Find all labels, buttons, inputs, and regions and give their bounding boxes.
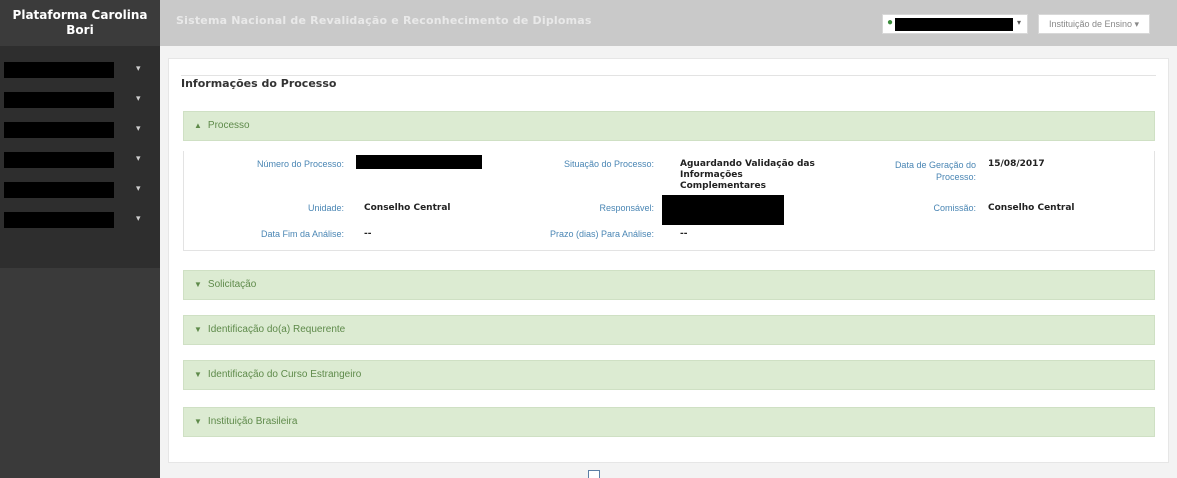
- sidebar-item-5[interactable]: ▾: [0, 178, 160, 204]
- redacted-label: [4, 122, 114, 138]
- chevron-down-icon: ▾: [136, 63, 141, 73]
- scroll-handle[interactable]: [588, 470, 600, 478]
- triangle-down-icon: ▼: [194, 417, 202, 426]
- data-fim-value: --: [364, 229, 372, 239]
- panel-requerente[interactable]: ▼ Identificação do(a) Requerente: [183, 315, 1155, 345]
- redacted-responsavel: [662, 195, 784, 225]
- user-menu[interactable]: ● ▾: [882, 14, 1028, 34]
- triangle-down-icon: ▼: [194, 280, 202, 289]
- panel-title: Instituição Brasileira: [207, 416, 298, 427]
- situacao-value: Aguardando Validação das Informações Com…: [680, 159, 815, 191]
- section-legend: Informações do Processo: [181, 77, 343, 90]
- comissao-label: Comissão:: [933, 203, 976, 213]
- panel-title: Identificação do(a) Requerente: [207, 324, 346, 335]
- redacted-label: [4, 182, 114, 198]
- comissao-value: Conselho Central: [988, 203, 1075, 213]
- triangle-up-icon: ▲: [194, 121, 202, 130]
- triangle-down-icon: ▼: [194, 325, 202, 334]
- situacao-label: Situação do Processo:: [563, 159, 654, 169]
- panel-instituicao-brasileira[interactable]: ▼ Instituição Brasileira: [183, 407, 1155, 437]
- sidebar-item-4[interactable]: ▾: [0, 148, 160, 174]
- sidebar-item-2[interactable]: ▾: [0, 88, 160, 114]
- chevron-down-icon: ▾: [136, 123, 141, 133]
- chevron-down-icon: ▾: [136, 93, 141, 103]
- brand-title: Plataforma Carolina Bori: [0, 0, 160, 46]
- unidade-label: Unidade:: [307, 203, 344, 213]
- prazo-label: Prazo (dias) Para Análise:: [549, 229, 654, 239]
- redacted-label: [4, 212, 114, 228]
- sidebar: Plataforma Carolina Bori ▾ ▾ ▾ ▾ ▾ ▾: [0, 0, 160, 478]
- numero-label: Número do Processo:: [256, 159, 344, 169]
- fieldset-border: [181, 75, 1156, 76]
- triangle-down-icon: ▼: [194, 370, 202, 379]
- chevron-down-icon: ▾: [136, 183, 141, 193]
- data-geracao-value: 15/08/2017: [988, 159, 1045, 169]
- main-content: Informações do Processo ▲ Processo Número…: [168, 58, 1169, 463]
- sidebar-footer: [0, 268, 160, 478]
- prazo-value: --: [680, 229, 688, 239]
- institution-menu[interactable]: Instituição de Ensino ▾: [1038, 14, 1150, 34]
- system-title: Sistema Nacional de Revalidação e Reconh…: [176, 14, 592, 27]
- unidade-value: Conselho Central: [364, 203, 451, 213]
- redacted-label: [4, 152, 114, 168]
- user-icon: ●: [887, 17, 894, 28]
- panel-title: Solicitação: [207, 279, 257, 290]
- chevron-down-icon: ▾: [136, 153, 141, 163]
- data-geracao-label: Data de Geração do Processo:: [894, 160, 976, 182]
- chevron-down-icon: ▾: [136, 213, 141, 223]
- panel-processo[interactable]: ▲ Processo: [183, 111, 1155, 141]
- panel-processo-body: Número do Processo: Situação do Processo…: [183, 151, 1155, 251]
- panel-title: Identificação do Curso Estrangeiro: [207, 369, 362, 380]
- caret-down-icon: ▾: [1017, 18, 1022, 27]
- top-bar: Sistema Nacional de Revalidação e Reconh…: [160, 0, 1177, 46]
- sidebar-item-6[interactable]: ▾: [0, 208, 160, 234]
- redacted-label: [4, 92, 114, 108]
- sidebar-item-3[interactable]: ▾: [0, 118, 160, 144]
- redacted-numero: [356, 155, 482, 169]
- sidebar-item-1[interactable]: ▾: [0, 58, 160, 84]
- panel-title: Processo: [207, 120, 250, 131]
- panel-curso-estrangeiro[interactable]: ▼ Identificação do Curso Estrangeiro: [183, 360, 1155, 390]
- panel-solicitacao[interactable]: ▼ Solicitação: [183, 270, 1155, 300]
- responsavel-label: Responsável:: [599, 203, 654, 213]
- redacted-username: [895, 18, 1013, 31]
- redacted-label: [4, 62, 114, 78]
- data-fim-label: Data Fim da Análise:: [260, 229, 344, 239]
